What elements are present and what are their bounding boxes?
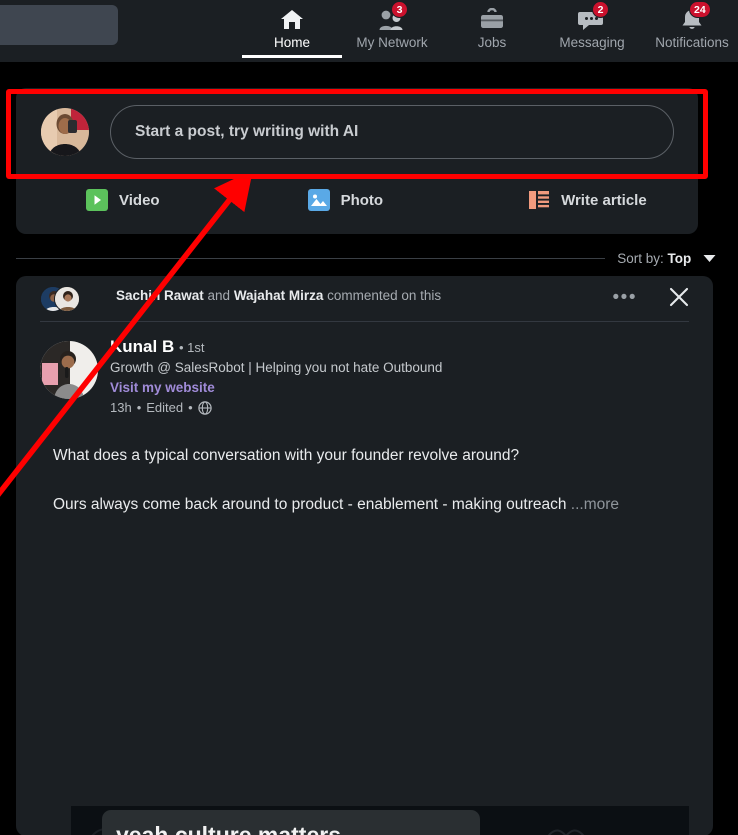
post-edited-label: Edited [146,400,184,415]
feed-post-card: Sachin Rawat and Wajahat Mirza commented… [16,276,713,835]
linkedin-feed-screen: Home 3 My Network Jobs 2 Messaging 24 No… [0,0,738,835]
video-icon [86,189,108,211]
divider [40,321,689,322]
add-video-button[interactable]: Video [86,189,160,211]
incoming-message-text: yeah culture matters [116,822,341,835]
commenter-name-1: Sachin Rawat [116,288,204,303]
post-context-row: Sachin Rawat and Wajahat Mirza commented… [16,276,713,321]
author-headline: Growth @ SalesRobot | Helping you not ha… [110,360,443,375]
chat-bubble-icon: 2 [578,1,609,33]
nav-badge-notifications: 24 [689,1,711,18]
nav-badge-my-network: 3 [391,1,408,18]
feed-sort-row: Sort by: Top [16,244,716,272]
nav-item-jobs[interactable]: Jobs [442,0,542,62]
author-cta-link[interactable]: Visit my website [110,380,215,395]
post-body: What does a typical conversation with yo… [53,446,703,516]
nav-item-label: Home [273,35,310,50]
nav-item-my-network[interactable]: 3 My Network [342,0,442,62]
compose-action-row: Video Photo Write article [16,176,698,224]
close-post-button[interactable] [667,285,691,309]
sort-by-value: Top [667,250,692,266]
current-user-avatar[interactable] [41,108,89,156]
article-icon [528,189,550,211]
close-icon [669,287,689,307]
add-photo-label: Photo [340,191,384,209]
global-navbar: Home 3 My Network Jobs 2 Messaging 24 No… [0,0,738,62]
nav-badge-messaging: 2 [592,1,609,18]
photo-icon [307,189,330,211]
bell-icon: 24 [679,1,711,33]
start-post-placeholder: Start a post, try writing with AI [135,123,359,140]
post-image-chat-screenshot[interactable]: yeah culture matters 8:59 PM Note - If d… [71,806,689,835]
write-article-label: Write article [561,191,647,209]
home-icon [279,7,305,33]
chat-bubble-incoming: yeah culture matters 8:59 PM [102,810,480,835]
nav-item-label: My Network [356,35,428,50]
see-more-link[interactable]: ...more [571,496,619,513]
context-suffix: commented on this [323,288,442,303]
commenter-name-2: Wajahat Mirza [233,288,324,303]
nav-item-messaging[interactable]: 2 Messaging [542,0,642,62]
nav-items: Home 3 My Network Jobs 2 Messaging 24 No… [242,0,738,62]
create-post-card: Start a post, try writing with AI Video [16,88,698,234]
post-meta: 13h • Edited • [110,400,212,415]
connection-degree: • 1st [178,340,205,355]
chevron-down-icon [703,251,716,266]
compose-top-row: Start a post, try writing with AI [16,88,698,174]
search-box-partial[interactable] [0,5,118,45]
post-body-line-2-text: Ours always come back around to product … [53,495,567,513]
sort-by-label: Sort by: [617,250,664,266]
active-tab-indicator [242,55,342,58]
nav-item-label: Jobs [477,35,507,50]
nav-item-home[interactable]: Home [242,0,342,62]
add-photo-button[interactable]: Photo [307,189,384,211]
context-connector: and [203,288,234,303]
add-video-label: Video [119,191,160,209]
nav-content-gap [0,62,738,80]
nav-item-notifications[interactable]: 24 Notifications [642,0,738,62]
avatar [54,286,80,312]
globe-icon [198,400,212,415]
author-avatar[interactable] [40,341,98,399]
nav-item-label: Messaging [559,35,625,50]
post-body-line-1: What does a typical conversation with yo… [53,447,520,464]
meta-dot: • [188,400,193,415]
author-name-text: Kunal B [110,337,175,356]
nav-item-label: Notifications [655,35,729,50]
briefcase-icon [479,7,505,33]
author-name[interactable]: Kunal B • 1st [110,337,204,357]
post-time: 13h [110,400,132,415]
post-context-text: Sachin Rawat and Wajahat Mirza commented… [116,288,441,303]
post-menu-button[interactable]: ••• [613,288,637,307]
sort-by-control[interactable]: Sort by: Top [617,251,716,266]
commenters-avatars [40,286,84,312]
divider [16,257,606,259]
start-post-input[interactable]: Start a post, try writing with AI [110,105,674,159]
people-icon: 3 [377,1,408,33]
meta-dot: • [136,400,142,415]
write-article-button[interactable]: Write article [528,189,647,211]
post-author-block: Kunal B • 1st Growth @ SalesRobot | Help… [16,331,713,423]
post-body-line-2: Ours always come back around to product … [53,495,703,516]
